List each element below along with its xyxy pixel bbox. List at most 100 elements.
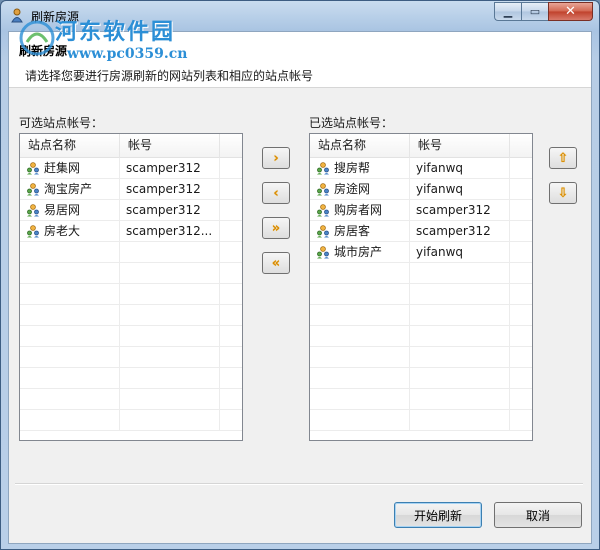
site-name-cell: 易居网 (20, 200, 120, 220)
account-cell: scamper312 (120, 158, 220, 178)
empty-row (20, 263, 242, 284)
account-cell (410, 305, 510, 325)
filler-cell (220, 284, 242, 304)
remove-one-button[interactable]: ‹ (262, 182, 290, 204)
filler-cell (220, 389, 242, 409)
empty-row (20, 389, 242, 410)
account-cell: scamper312 (120, 179, 220, 199)
filler-cell (510, 221, 532, 241)
site-name-cell: 城市房产 (310, 242, 410, 262)
selected-accounts-list[interactable]: 站点名称 帐号 搜房帮 yifanwq 房途网 yifanwq 购房者网 scamper3… (309, 133, 533, 441)
account-cell: scamper312 (410, 221, 510, 241)
empty-row (20, 242, 242, 263)
site-account-icon (27, 204, 39, 217)
account-cell (120, 347, 220, 367)
site-account-icon (317, 225, 329, 238)
site-name-cell (310, 305, 410, 325)
site-name-cell: 赶集网 (20, 158, 120, 178)
filler-cell (220, 242, 242, 262)
site-name-text: 房老大 (44, 224, 81, 238)
site-name-cell: 淘宝房产 (20, 179, 120, 199)
account-cell: yifanwq (410, 242, 510, 262)
empty-row (20, 284, 242, 305)
cancel-button[interactable]: 取消 (494, 502, 582, 528)
site-name-cell (310, 368, 410, 388)
account-cell (410, 368, 510, 388)
table-row[interactable]: 房途网 yifanwq (310, 179, 532, 200)
account-cell (120, 326, 220, 346)
move-up-button[interactable]: ⇧ (549, 147, 577, 169)
account-cell (410, 326, 510, 346)
filler-cell (510, 284, 532, 304)
table-row[interactable]: 搜房帮 yifanwq (310, 158, 532, 179)
filler-cell (510, 305, 532, 325)
account-cell (410, 410, 510, 430)
filler-cell (220, 368, 242, 388)
column-header-account[interactable]: 帐号 (410, 134, 510, 158)
account-cell: scamper312... (120, 221, 220, 241)
filler-cell (220, 410, 242, 430)
site-name-cell (20, 347, 120, 367)
chevron-right-icon: › (273, 150, 279, 166)
account-cell (120, 389, 220, 409)
window-title: 刷新房源 (31, 10, 80, 24)
selected-rows: 搜房帮 yifanwq 房途网 yifanwq 购房者网 scamper312 房居客 sca… (310, 158, 532, 431)
table-row[interactable]: 易居网 scamper312 (20, 200, 242, 221)
remove-all-button[interactable]: « (262, 252, 290, 274)
site-name-text: 购房者网 (334, 203, 383, 217)
column-header-filler (510, 134, 532, 158)
site-name-cell: 房居客 (310, 221, 410, 241)
selected-list-header: 站点名称 帐号 (310, 134, 532, 158)
maximize-button[interactable]: ▭ (521, 2, 548, 21)
move-down-button[interactable]: ⇩ (549, 182, 577, 204)
filler-cell (510, 179, 532, 199)
start-refresh-button[interactable]: 开始刷新 (394, 502, 482, 528)
available-accounts-list[interactable]: 站点名称 帐号 赶集网 scamper312 淘宝房产 scamper312 易居网 sc… (19, 133, 243, 441)
column-header-account[interactable]: 帐号 (120, 134, 220, 158)
table-row[interactable]: 房老大 scamper312... (20, 221, 242, 242)
close-button[interactable]: ✕ (548, 2, 593, 21)
bottom-separator (15, 483, 583, 485)
column-header-site-name[interactable]: 站点名称 (20, 134, 120, 158)
add-all-button[interactable]: » (262, 217, 290, 239)
filler-cell (510, 389, 532, 409)
table-row[interactable]: 购房者网 scamper312 (310, 200, 532, 221)
site-account-icon (27, 183, 39, 196)
table-row[interactable]: 淘宝房产 scamper312 (20, 179, 242, 200)
table-row[interactable]: 房居客 scamper312 (310, 221, 532, 242)
site-name-cell (20, 263, 120, 283)
column-header-site-name[interactable]: 站点名称 (310, 134, 410, 158)
dialog-client-area: 刷新房源 请选择您要进行房源刷新的网站列表和相应的站点帐号 河东软件园 www.… (8, 19, 592, 544)
table-row[interactable]: 赶集网 scamper312 (20, 158, 242, 179)
site-name-cell (20, 242, 120, 262)
available-accounts-label: 可选站点帐号： (19, 116, 104, 130)
filler-cell (510, 326, 532, 346)
account-cell: scamper312 (410, 200, 510, 220)
filler-cell (220, 158, 242, 178)
filler-cell (510, 263, 532, 283)
site-name-text: 赶集网 (44, 161, 81, 175)
account-cell (120, 263, 220, 283)
site-name-text: 搜房帮 (334, 161, 371, 175)
header-banner: 刷新房源 请选择您要进行房源刷新的网站列表和相应的站点帐号 (9, 32, 591, 88)
empty-row (20, 326, 242, 347)
filler-cell (220, 179, 242, 199)
add-one-button[interactable]: › (262, 147, 290, 169)
site-name-cell (20, 410, 120, 430)
filler-cell (220, 326, 242, 346)
available-rows: 赶集网 scamper312 淘宝房产 scamper312 易居网 scamper312… (20, 158, 242, 431)
empty-row (20, 347, 242, 368)
title-bar[interactable]: 刷新房源 ▁ ▭ ✕ (1, 1, 599, 31)
table-row[interactable]: 城市房产 yifanwq (310, 242, 532, 263)
minimize-button[interactable]: ▁ (494, 2, 521, 21)
site-account-icon (27, 225, 39, 238)
empty-row (20, 410, 242, 431)
account-cell (120, 368, 220, 388)
account-cell (120, 305, 220, 325)
double-chevron-left-icon: « (271, 255, 281, 271)
site-name-text: 淘宝房产 (44, 182, 93, 196)
site-name-text: 房途网 (334, 182, 371, 196)
empty-row (310, 410, 532, 431)
site-account-icon (317, 162, 329, 175)
site-name-cell: 房老大 (20, 221, 120, 241)
